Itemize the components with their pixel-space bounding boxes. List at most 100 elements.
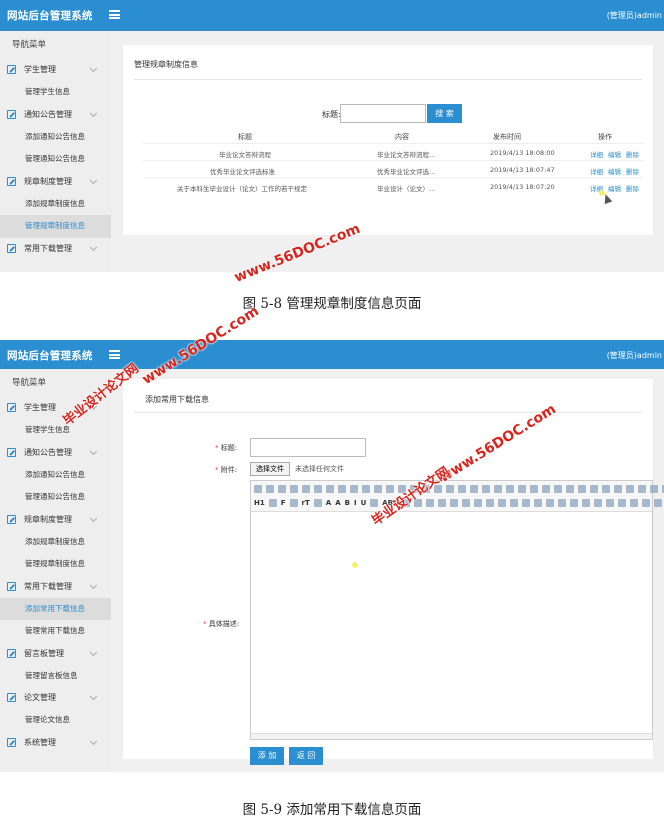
toolbar-icon[interactable] [450,499,459,507]
toolbar-icon[interactable] [594,499,603,507]
sidebar-item[interactable]: 添加常用下载信息 [0,597,111,620]
toolbar-icon[interactable] [474,499,483,507]
edit-link[interactable]: 编辑 [608,166,621,176]
toolbar-icon[interactable] [590,485,598,493]
sidebar-item[interactable]: 添加规章制度信息 [0,531,111,554]
toolbar-icon[interactable] [558,499,567,507]
toolbar-format-button[interactable]: A [335,499,340,507]
toolbar-icon[interactable] [386,485,394,493]
sidebar-item[interactable]: 添加通知公告信息 [0,464,111,487]
toolbar-icon[interactable] [486,499,495,507]
sidebar-group[interactable]: 论文管理 [0,687,111,709]
sidebar-item[interactable]: 添加通知公告信息 [0,126,111,149]
sidebar-item[interactable]: 添加规章制度信息 [0,193,111,216]
toolbar-icon[interactable] [326,485,334,493]
sidebar-item[interactable]: 管理学生信息 [0,419,111,442]
sidebar-item[interactable]: 管理常用下载信息 [0,620,111,643]
toolbar-icon[interactable] [313,499,322,507]
title-input[interactable] [250,438,366,457]
sidebar-group[interactable]: 常用下载管理 [0,576,111,598]
toolbar-icon[interactable] [338,485,346,493]
toolbar-icon[interactable] [482,485,490,493]
toolbar-icon[interactable] [654,499,663,507]
toolbar-icon[interactable] [302,485,310,493]
toolbar-icon[interactable] [289,499,298,507]
toolbar-icon[interactable] [602,485,610,493]
toolbar-format-button[interactable]: H1 [254,499,265,507]
toolbar-format-button[interactable]: U [361,499,367,507]
delete-link[interactable]: 删除 [626,149,639,159]
toolbar-icon[interactable] [542,485,550,493]
toolbar-icon[interactable] [578,485,586,493]
toolbar-icon[interactable] [506,485,514,493]
toolbar-icon[interactable] [530,485,538,493]
add-button[interactable]: 添 加 [250,747,284,765]
toolbar-icon[interactable] [630,499,639,507]
toolbar-icon[interactable] [618,499,627,507]
edit-link[interactable]: 编辑 [608,149,621,159]
toolbar-icon[interactable] [570,499,579,507]
toolbar-icon[interactable] [566,485,574,493]
toolbar-icon[interactable] [350,485,358,493]
search-input[interactable] [340,104,426,123]
toolbar-icon[interactable] [446,485,454,493]
toolbar-format-button[interactable]: rT [302,499,310,507]
toolbar-format-button[interactable]: F [281,499,286,507]
toolbar-icon[interactable] [254,485,262,493]
rich-text-editor[interactable]: H1 FrT A A B I U ABC [250,480,664,740]
toolbar-icon[interactable] [498,499,507,507]
toolbar-icon[interactable] [494,485,502,493]
sidebar-item[interactable]: 管理留言板信息 [0,665,111,688]
toolbar-icon[interactable] [518,485,526,493]
toolbar-icon[interactable] [534,499,543,507]
choose-file-button[interactable]: 选择文件 [250,462,290,476]
toolbar-icon[interactable] [554,485,562,493]
editor-resize-bar[interactable] [251,733,652,739]
delete-link[interactable]: 删除 [626,183,639,193]
back-button[interactable]: 返 回 [289,747,323,765]
edit-link[interactable]: 编辑 [608,183,621,193]
search-button[interactable]: 搜 索 [427,104,462,123]
toolbar-icon[interactable] [362,485,370,493]
toolbar-icon[interactable] [278,485,286,493]
sidebar-item[interactable]: 管理通知公告信息 [0,148,111,171]
delete-link[interactable]: 删除 [626,166,639,176]
toolbar-icon[interactable] [290,485,298,493]
toolbar-icon[interactable] [470,485,478,493]
toolbar-icon[interactable] [626,485,634,493]
sidebar-group[interactable]: 规章制度管理 [0,171,111,193]
toolbar-icon[interactable] [374,485,382,493]
detail-link[interactable]: 详细 [590,166,603,176]
sidebar-group[interactable]: 通知公告管理 [0,442,111,464]
toolbar-icon[interactable] [266,485,274,493]
sidebar-group[interactable]: 学生管理 [0,59,111,81]
menu-toggle-icon[interactable] [109,350,120,359]
sidebar-group[interactable]: 规章制度管理 [0,509,111,531]
detail-link[interactable]: 详细 [590,149,603,159]
toolbar-format-button[interactable]: A [326,499,331,507]
toolbar-icon[interactable] [458,485,466,493]
sidebar-item[interactable]: 管理通知公告信息 [0,486,111,509]
menu-toggle-icon[interactable] [109,10,120,19]
toolbar-icon[interactable] [650,485,658,493]
toolbar-icon[interactable] [314,485,322,493]
sidebar-item[interactable]: 管理学生信息 [0,81,111,104]
toolbar-icon[interactable] [546,499,555,507]
user-label[interactable]: (管理员)admin [607,10,662,21]
sidebar-item[interactable]: 管理规章制度信息 [0,553,111,576]
toolbar-icon[interactable] [510,499,519,507]
toolbar-icon[interactable] [614,485,622,493]
sidebar-item[interactable]: 管理规章制度信息 [0,215,111,238]
toolbar-icon[interactable] [268,499,277,507]
toolbar-format-button[interactable]: B [345,499,350,507]
toolbar-icon[interactable] [638,485,646,493]
sidebar-item[interactable]: 管理论文信息 [0,709,111,732]
toolbar-icon[interactable] [606,499,615,507]
toolbar-icon[interactable] [582,499,591,507]
toolbar-icon[interactable] [438,499,447,507]
toolbar-icon[interactable] [426,499,435,507]
toolbar-icon[interactable] [462,499,471,507]
sidebar-group[interactable]: 通知公告管理 [0,104,111,126]
toolbar-icon[interactable] [642,499,651,507]
toolbar-format-button[interactable]: I [354,499,357,507]
